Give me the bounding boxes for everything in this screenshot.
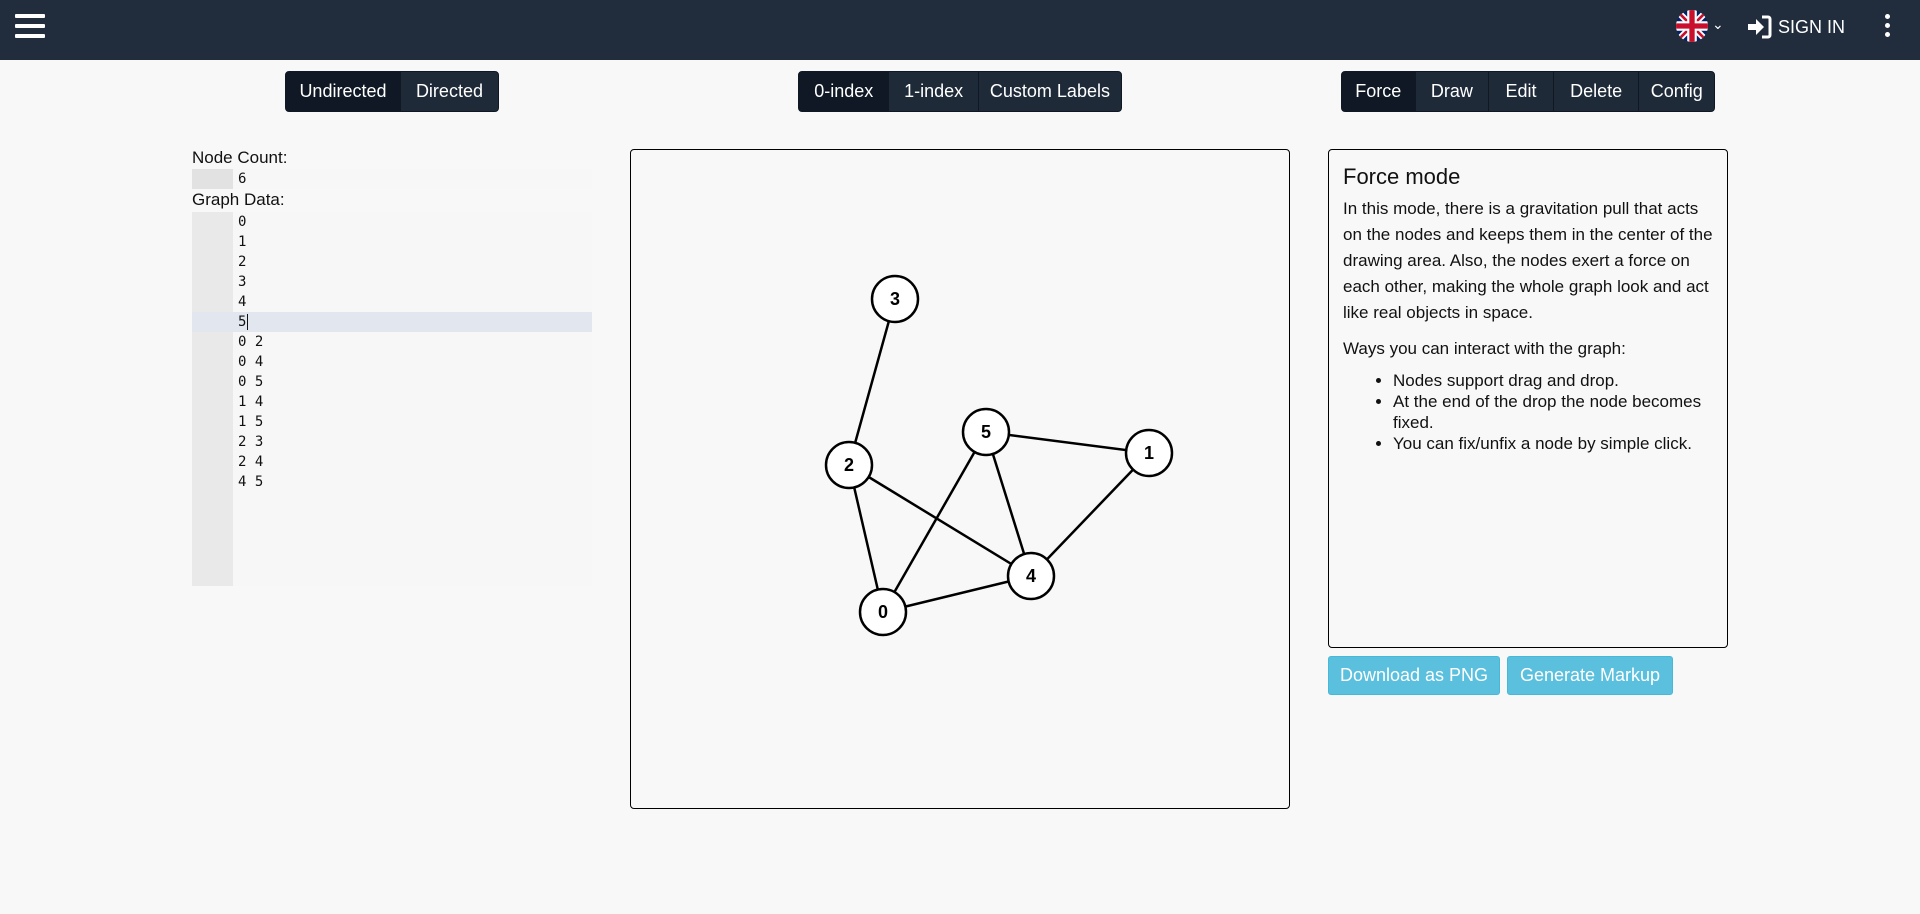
node-count-value: 6 — [238, 171, 247, 187]
node-label: 3 — [890, 289, 900, 309]
direction-toggle: Undirected Directed — [285, 71, 499, 112]
node-label: 2 — [844, 455, 854, 475]
list-item: Nodes support drag and drop. — [1393, 370, 1713, 391]
editor-line: 2 4 — [238, 454, 264, 470]
hamburger-menu-icon[interactable] — [15, 14, 45, 44]
node-label: 4 — [1026, 566, 1036, 586]
custom-labels-button[interactable]: Custom Labels — [977, 72, 1121, 111]
editor-line: 5 — [192, 312, 592, 332]
node-label: 1 — [1144, 443, 1154, 463]
mode-info-panel: Force mode In this mode, there is a grav… — [1328, 149, 1728, 648]
graph-edge — [1030, 452, 1150, 577]
mode-title: Force mode — [1343, 164, 1461, 189]
interaction-list: Nodes support drag and drop. At the end … — [1343, 370, 1713, 454]
node-label: 0 — [878, 602, 888, 622]
index-toggle: 0-index 1-index Custom Labels — [798, 71, 1122, 112]
ways-heading: Ways you can interact with the graph: — [1343, 339, 1626, 358]
mode-description: In this mode, there is a gravitation pul… — [1343, 199, 1713, 322]
zero-index-button[interactable]: 0-index — [799, 72, 889, 111]
editor-line: 1 — [238, 234, 247, 250]
sign-in-label: SIGN IN — [1778, 16, 1846, 37]
undirected-button[interactable]: Undirected — [286, 72, 400, 111]
editor-line: 4 — [238, 294, 247, 310]
graph-edge — [985, 430, 1150, 455]
list-item: You can fix/unfix a node by simple click… — [1393, 433, 1713, 454]
sign-in-button[interactable]: SIGN IN — [1746, 14, 1845, 40]
graph-node[interactable]: 0 — [858, 587, 908, 637]
editor-line: 2 3 — [238, 434, 264, 450]
list-item: At the end of the drop the node becomes … — [1393, 391, 1713, 433]
download-png-button[interactable]: Download as PNG — [1328, 656, 1500, 695]
top-navbar: ⌄ SIGN IN — [0, 0, 1920, 60]
graph-node[interactable]: 5 — [961, 407, 1011, 457]
editor-line: 3 — [238, 274, 247, 290]
graph-drawing[interactable]: 3 5 1 2 4 0 — [631, 150, 1289, 808]
graph-node[interactable]: 1 — [1124, 428, 1174, 478]
editor-line: 0 4 — [238, 354, 264, 370]
graph-node[interactable]: 4 — [1006, 551, 1056, 601]
edit-mode-button[interactable]: Edit — [1488, 72, 1553, 111]
editor-line: 1 4 — [238, 394, 264, 410]
delete-mode-button[interactable]: Delete — [1552, 72, 1639, 111]
generate-markup-button[interactable]: Generate Markup — [1507, 656, 1673, 695]
graph-edge — [847, 298, 897, 466]
node-count-label: Node Count: — [192, 148, 288, 167]
uk-flag-icon[interactable] — [1676, 10, 1708, 42]
graph-data-editor[interactable]: 0 1 2 3 4 5 0 2 0 4 0 5 1 4 1 5 2 3 2 4 4 5 — [192, 212, 592, 586]
graph-canvas[interactable]: 3 5 1 2 4 0 — [630, 149, 1290, 809]
one-index-button[interactable]: 1-index — [888, 72, 978, 111]
node-count-input[interactable]: 6 — [192, 169, 592, 189]
text-cursor — [247, 314, 249, 330]
config-mode-button[interactable]: Config — [1638, 72, 1714, 111]
editor-line: 0 — [238, 214, 247, 230]
sign-in-icon — [1748, 15, 1772, 39]
editor-line: 1 5 — [238, 414, 264, 430]
mode-toggle: Force Draw Edit Delete Config — [1341, 71, 1715, 112]
editor-line: 0 2 — [238, 334, 264, 350]
draw-mode-button[interactable]: Draw — [1414, 72, 1489, 111]
chevron-down-icon[interactable]: ⌄ — [1712, 16, 1724, 33]
node-label: 5 — [981, 422, 991, 442]
graph-edge — [848, 463, 1032, 578]
graph-node[interactable]: 3 — [870, 274, 920, 324]
force-mode-button[interactable]: Force — [1342, 72, 1415, 111]
directed-button[interactable]: Directed — [399, 72, 498, 111]
more-options-icon[interactable] — [1884, 14, 1892, 40]
editor-line: 0 5 — [238, 374, 264, 390]
graph-node[interactable]: 2 — [824, 440, 874, 490]
editor-line: 4 5 — [238, 474, 264, 490]
graph-edge — [881, 431, 988, 613]
graph-data-label: Graph Data: — [192, 190, 285, 209]
editor-line: 2 — [238, 254, 247, 270]
